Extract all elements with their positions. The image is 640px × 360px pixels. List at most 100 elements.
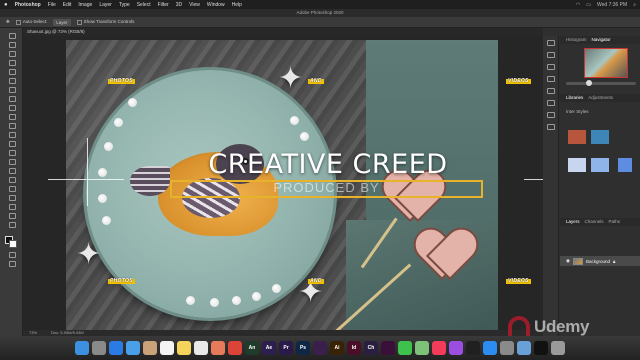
menu-edit[interactable]: Edit [63, 2, 72, 8]
menu-view[interactable]: View [189, 2, 200, 8]
tab-layers[interactable]: Layers [566, 218, 580, 226]
clone-stamp-tool[interactable] [6, 113, 17, 120]
color-swatches[interactable] [5, 236, 17, 248]
dock-indesign-icon[interactable]: Id [347, 341, 361, 355]
menu-help[interactable]: Help [232, 2, 242, 8]
screen-mode-icon[interactable] [6, 260, 17, 267]
search-icon[interactable]: ⌕ [633, 2, 636, 8]
dock-messages-icon[interactable] [398, 341, 412, 355]
tab-channels[interactable]: Channels [585, 218, 604, 226]
menu-app-name[interactable]: Photoshop [15, 2, 41, 8]
dodge-tool[interactable] [6, 158, 17, 165]
healing-brush-tool[interactable] [6, 95, 17, 102]
library-swatch[interactable] [568, 130, 586, 144]
library-swatch[interactable] [591, 130, 609, 144]
menu-type[interactable]: Type [119, 2, 130, 8]
dock-terminal-icon[interactable] [534, 341, 548, 355]
character-panel-icon[interactable] [546, 100, 555, 106]
hand-tool[interactable] [6, 203, 17, 210]
menu-select[interactable]: Select [137, 2, 151, 8]
quick-mask-icon[interactable] [6, 251, 17, 258]
dock-finder-icon[interactable] [75, 341, 89, 355]
library-swatch[interactable] [591, 158, 609, 172]
glyphs-panel-icon[interactable] [546, 124, 555, 130]
dock-media-encoder-icon[interactable] [313, 341, 327, 355]
layer-dropdown[interactable]: Layer [53, 18, 71, 26]
quick-select-tool[interactable] [6, 59, 17, 66]
dock-photos-icon[interactable] [211, 341, 225, 355]
menu-3d[interactable]: 3D [176, 2, 182, 8]
layer-row[interactable]: ◉ Background 🔒︎ [560, 256, 640, 266]
dock-preview-icon[interactable] [517, 341, 531, 355]
document-tab[interactable]: Shavuot.jpg @ 73% (RGB/8) [23, 28, 543, 36]
more-tools-icon[interactable] [6, 221, 17, 228]
tab-histogram[interactable]: Histogram [566, 36, 587, 44]
dock-xd-icon[interactable] [381, 341, 395, 355]
shape-tool[interactable] [6, 194, 17, 201]
dock-calendar-icon[interactable] [160, 341, 174, 355]
dock-music-icon[interactable] [432, 341, 446, 355]
type-tool[interactable] [6, 176, 17, 183]
dock-animate-icon[interactable]: An [245, 341, 259, 355]
frame-tool[interactable] [6, 77, 17, 84]
brush-tool[interactable] [6, 104, 17, 111]
blur-tool[interactable] [6, 149, 17, 156]
crop-tool[interactable] [6, 68, 17, 75]
color-panel-icon[interactable] [546, 64, 555, 70]
dock-launchpad-icon[interactable] [92, 341, 106, 355]
tab-adjustments[interactable]: Adjustments [588, 94, 613, 102]
menu-filter[interactable]: Filter [158, 2, 169, 8]
paragraph-panel-icon[interactable] [546, 112, 555, 118]
dock-after-effects-icon[interactable]: Ae [262, 341, 276, 355]
menu-clock[interactable]: Wed 7:36 PM [597, 2, 627, 8]
pen-tool[interactable] [6, 167, 17, 174]
dock-notes-icon[interactable] [177, 341, 191, 355]
dock-illustrator-icon[interactable]: Ai [330, 341, 344, 355]
dock-system-preferences-icon[interactable] [500, 341, 514, 355]
dock-app-store-icon[interactable] [483, 341, 497, 355]
background-color[interactable] [9, 240, 17, 248]
dock-character-animator-icon[interactable]: Ch [364, 341, 378, 355]
eyedropper-tool[interactable] [6, 86, 17, 93]
gradient-tool[interactable] [6, 140, 17, 147]
tab-libraries[interactable]: Libraries [566, 94, 583, 102]
lasso-tool[interactable] [6, 50, 17, 57]
dock-contacts-icon[interactable] [143, 341, 157, 355]
dock-premiere-icon[interactable]: Pr [279, 341, 293, 355]
history-brush-tool[interactable] [6, 122, 17, 129]
dock-reminders-icon[interactable] [194, 341, 208, 355]
menu-layer[interactable]: Layer [99, 2, 112, 8]
menu-image[interactable]: Image [78, 2, 92, 8]
dock-maps-icon[interactable] [415, 341, 429, 355]
dock-mail-icon[interactable] [126, 341, 140, 355]
auto-select-label[interactable]: Auto-Select: [15, 19, 47, 25]
battery-icon[interactable]: ▭ [586, 2, 591, 8]
dock-podcasts-icon[interactable] [449, 341, 463, 355]
dock-tv-icon[interactable] [466, 341, 480, 355]
brush-panel-icon[interactable] [546, 88, 555, 94]
tab-paths[interactable]: Paths [609, 218, 621, 226]
library-swatch[interactable] [568, 158, 586, 172]
path-select-tool[interactable] [6, 185, 17, 192]
move-tool-icon[interactable]: ✥ [6, 19, 10, 25]
menu-window[interactable]: Window [207, 2, 225, 8]
dock-trash-icon[interactable] [551, 341, 565, 355]
dock-chrome-icon[interactable] [228, 341, 242, 355]
wifi-icon[interactable]: ◠ [576, 2, 580, 8]
menu-file[interactable]: File [48, 2, 56, 8]
navigator-zoom-slider[interactable] [566, 80, 636, 86]
move-tool[interactable] [6, 32, 17, 39]
tab-navigator[interactable]: Navigator [592, 36, 611, 44]
navigator-preview[interactable] [584, 48, 628, 78]
marquee-tool[interactable] [6, 41, 17, 48]
eraser-tool[interactable] [6, 131, 17, 138]
library-name[interactable]: Inter Styles [566, 109, 589, 114]
eye-icon[interactable]: ◉ [566, 258, 570, 264]
library-swatch[interactable] [618, 158, 632, 172]
apple-menu-icon[interactable]: ● [4, 2, 8, 8]
dock-safari-icon[interactable] [109, 341, 123, 355]
history-panel-icon[interactable] [546, 40, 555, 46]
dock-photoshop-icon[interactable]: Ps [296, 341, 310, 355]
zoom-tool[interactable] [6, 212, 17, 219]
swatches-panel-icon[interactable] [546, 76, 555, 82]
